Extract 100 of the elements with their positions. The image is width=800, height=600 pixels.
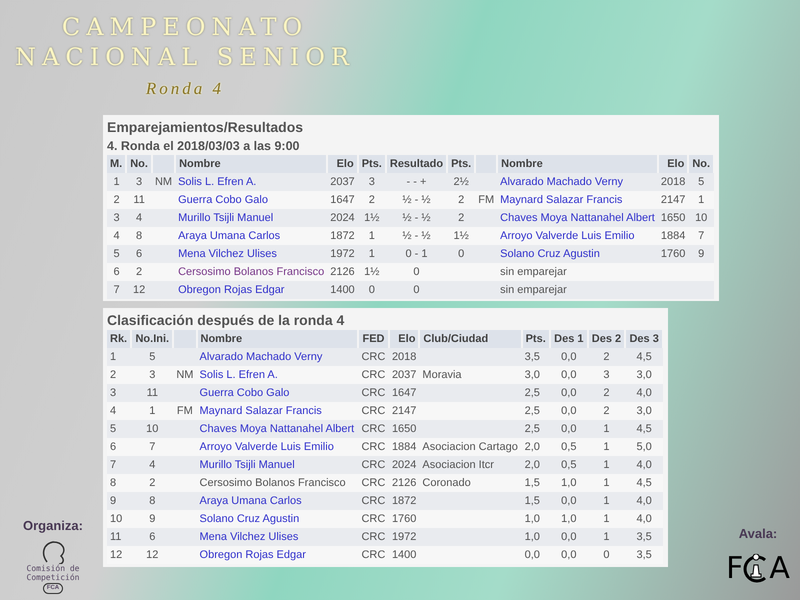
table-cell: 1: [110, 351, 116, 363]
table-cell: 0: [603, 549, 610, 561]
table-cell: 7: [114, 284, 120, 296]
table-cell: 1: [368, 230, 375, 242]
table-cell: 2,0: [524, 459, 540, 471]
table-cell: NM: [176, 369, 194, 381]
player-link[interactable]: Arroyo Valverde Luis Emilio: [500, 230, 634, 242]
column-header: Club/Ciudad: [423, 333, 488, 345]
table-cell: 1400: [330, 284, 355, 296]
player-link[interactable]: Murillo Tsijli Manuel: [178, 212, 274, 224]
table-cell: 5: [110, 423, 116, 435]
table-cell: 1872: [330, 230, 355, 242]
table-cell: 4,5: [636, 351, 652, 363]
table-cell: 4,0: [636, 513, 652, 525]
table-cell: 4: [149, 459, 156, 471]
table-cell: ½ - ½: [402, 230, 431, 242]
logo-text: Competición: [26, 572, 80, 582]
panel-title: Emparejamientos/Resultados: [107, 118, 304, 137]
table-cell: 1884: [660, 230, 686, 242]
table-cell: 0,0: [561, 405, 576, 417]
player-link[interactable]: Solis L. Efren A.: [200, 369, 278, 381]
title-text: NACIONAL SENIOR: [15, 42, 355, 72]
table-cell: 5: [149, 351, 156, 363]
table-cell: Asociacion Itcr: [422, 459, 494, 471]
table-cell: CRC: [361, 387, 386, 399]
table-cell: 2: [136, 266, 142, 278]
table-cell: 2: [458, 212, 464, 224]
table-cell: Coronado: [422, 477, 471, 489]
table-cell: 2,5: [524, 405, 540, 417]
player-link[interactable]: Cersosimo Bolanos Francisco: [178, 266, 324, 278]
table-cell: 4,0: [636, 459, 652, 471]
table-cell: 2037: [392, 369, 416, 381]
logo-letter: A: [769, 554, 790, 584]
table-cell: 2½: [454, 176, 469, 188]
player-link[interactable]: Araya Umana Carlos: [178, 230, 280, 242]
table-cell: 2126: [392, 477, 416, 489]
table-cell: 4,5: [636, 477, 652, 489]
table-cell: 0,0: [524, 549, 540, 561]
column-header: Des 1: [554, 333, 584, 345]
table-cell: 0: [413, 284, 420, 296]
table-cell: 1,0: [561, 513, 576, 525]
table-cell: 12: [146, 549, 158, 561]
table-cell: 11: [133, 194, 145, 206]
table-cell: 0,0: [561, 351, 576, 363]
table-cell: 2024: [392, 459, 416, 471]
player-link[interactable]: Arroyo Valverde Luis Emilio: [200, 441, 334, 453]
table-cell: 1: [603, 477, 610, 489]
player-link[interactable]: Maynard Salazar Francis: [500, 194, 622, 206]
player-link[interactable]: Guerra Cobo Galo: [200, 387, 290, 399]
table-cell: 0: [458, 248, 464, 260]
table-cell: 3: [114, 212, 120, 224]
player-link[interactable]: Alvarado Machado Verny: [200, 351, 322, 363]
table-cell: 1½: [364, 212, 380, 224]
table-cell: 2126: [330, 266, 355, 278]
table-cell: 6: [114, 266, 120, 278]
table-cell: 10: [695, 212, 708, 224]
table-cell: 10: [110, 513, 122, 525]
logo-text: Comisión de: [26, 564, 80, 572]
avala-label: Avala:: [738, 525, 778, 543]
column-header: FED: [362, 333, 384, 345]
table-cell: 1: [603, 459, 610, 471]
table-cell: FM: [176, 405, 193, 417]
table-cell: CRC: [361, 405, 386, 417]
player-link[interactable]: Chaves Moya Nattanahel Albert: [500, 212, 655, 224]
table-cell: 4: [136, 212, 142, 224]
player-link[interactable]: Murillo Tsijli Manuel: [200, 459, 295, 471]
table-cell: 4: [110, 405, 116, 417]
column-header: Nombre: [179, 158, 221, 170]
player-link[interactable]: Obregon Rojas Edgar: [178, 284, 284, 296]
table-cell: 2,0: [524, 441, 540, 453]
player-link[interactable]: Guerra Cobo Galo: [178, 194, 268, 206]
table-cell: 9: [110, 495, 116, 507]
table-cell: 8: [110, 477, 116, 489]
player-link[interactable]: Solano Cruz Agustin: [500, 248, 600, 260]
player-link[interactable]: Alvarado Machado Verny: [500, 176, 624, 188]
player-link[interactable]: Maynard Salazar Francis: [200, 405, 322, 417]
column-header: Pts.: [451, 158, 472, 170]
table-cell: 0,0: [561, 531, 576, 543]
table-cell: 3: [368, 176, 375, 188]
subtitle-text: Ronda 4: [146, 78, 224, 100]
player-link[interactable]: Solano Cruz Agustin: [200, 513, 300, 525]
player-link[interactable]: Chaves Moya Nattanahel Albert: [200, 423, 354, 435]
table-cell: 1972: [330, 248, 355, 260]
player-link[interactable]: Araya Umana Carlos: [200, 495, 302, 507]
table-cell: 2: [114, 194, 120, 206]
table-cell: 0,0: [561, 549, 576, 561]
player-link[interactable]: Solis L. Efren A.: [178, 176, 256, 188]
table-cell: 1972: [392, 531, 416, 543]
table-cell: sin emparejar: [500, 266, 567, 278]
table-cell: 2: [603, 351, 610, 363]
table-cell: CRC: [361, 549, 386, 561]
column-header: Nombre: [200, 333, 242, 345]
table-cell: 3,0: [636, 369, 652, 381]
player-link[interactable]: Mena Vilchez Ulises: [178, 248, 277, 260]
table-cell: 9: [698, 248, 704, 260]
table-cell: 10: [146, 423, 158, 435]
player-link[interactable]: Mena Vilchez Ulises: [200, 531, 298, 543]
table-cell: 1½: [364, 266, 380, 278]
column-header: Elo: [398, 333, 416, 345]
player-link[interactable]: Obregon Rojas Edgar: [200, 549, 306, 561]
